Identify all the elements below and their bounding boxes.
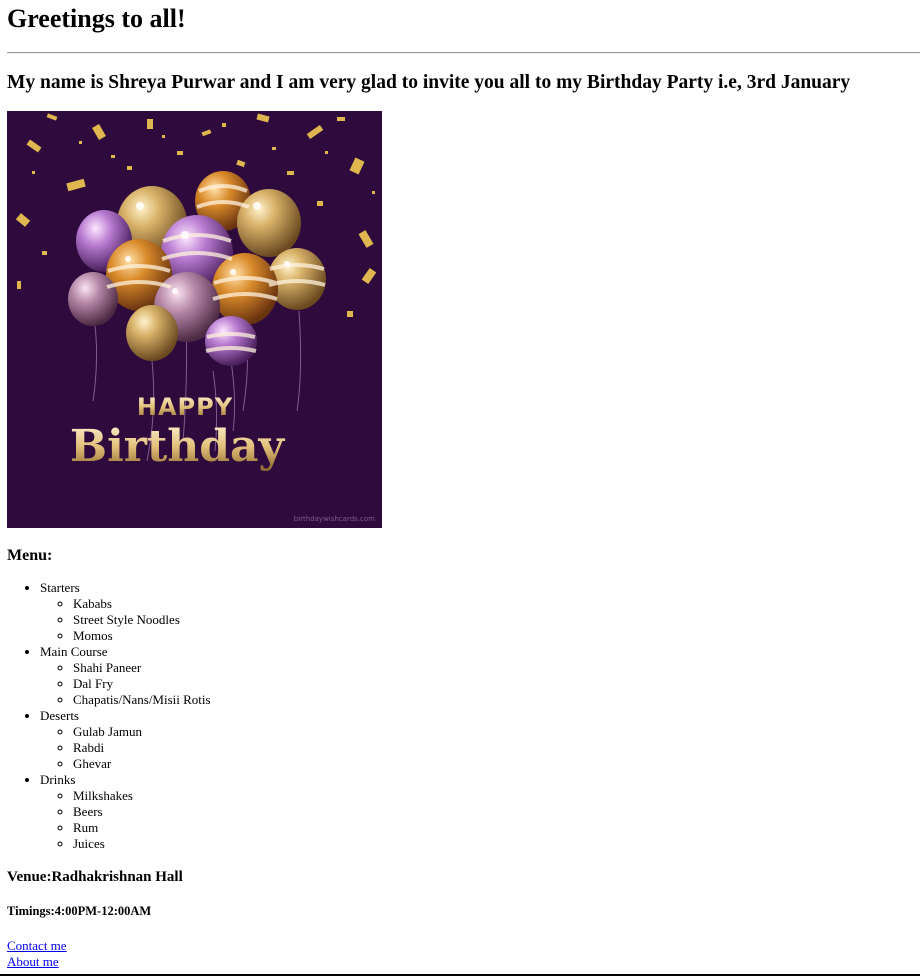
menu-category-label: Starters [40, 580, 80, 595]
menu-item: Dal Fry [73, 676, 211, 692]
menu-item: Chapatis/Nans/Misii Rotis [73, 692, 211, 708]
menu-item: Momos [73, 628, 211, 644]
menu-item: Milkshakes [73, 788, 211, 804]
birthday-card-image: HAPPY Birthday birthdaywishcards.com [7, 111, 382, 528]
horizontal-rule [7, 52, 920, 54]
menu-item: Ghevar [73, 756, 211, 772]
card-watermark: birthdaywishcards.com [294, 515, 375, 523]
menu-category-label: Deserts [40, 708, 79, 723]
menu-item: Gulab Jamun [73, 724, 211, 740]
timings-text: Timings:4:00PM-12:00AM [7, 904, 152, 918]
menu-item: Beers [73, 804, 211, 820]
menu-item: Juices [73, 836, 211, 852]
card-happy-text: HAPPY [137, 393, 233, 421]
menu-item: Rabdi [73, 740, 211, 756]
card-birthday-text: Birthday [70, 421, 286, 472]
menu-category: Drinks Milkshakes Beers Rum Juices [40, 772, 211, 852]
menu-item: Kababs [73, 596, 211, 612]
menu-item: Rum [73, 820, 211, 836]
intro-text: My name is Shreya Purwar and I am very g… [7, 72, 851, 93]
menu-category: Starters Kababs Street Style Noodles Mom… [40, 580, 211, 644]
menu-category-label: Drinks [40, 772, 76, 787]
contact-me-link[interactable]: Contact me [7, 938, 67, 954]
menu-item: Street Style Noodles [73, 612, 211, 628]
footer-links: Contact me About me [7, 938, 67, 970]
menu-item: Shahi Paneer [73, 660, 211, 676]
menu-category-label: Main Course [40, 644, 108, 659]
menu-title: Menu: [7, 547, 53, 564]
bottom-border [0, 974, 920, 976]
page-heading: Greetings to all! [7, 4, 186, 33]
venue-text: Venue:Radhakrishnan Hall [7, 869, 183, 885]
menu-list: Starters Kababs Street Style Noodles Mom… [7, 580, 211, 852]
about-me-link[interactable]: About me [7, 954, 67, 970]
menu-category: Deserts Gulab Jamun Rabdi Ghevar [40, 708, 211, 772]
menu-category: Main Course Shahi Paneer Dal Fry Chapati… [40, 644, 211, 708]
